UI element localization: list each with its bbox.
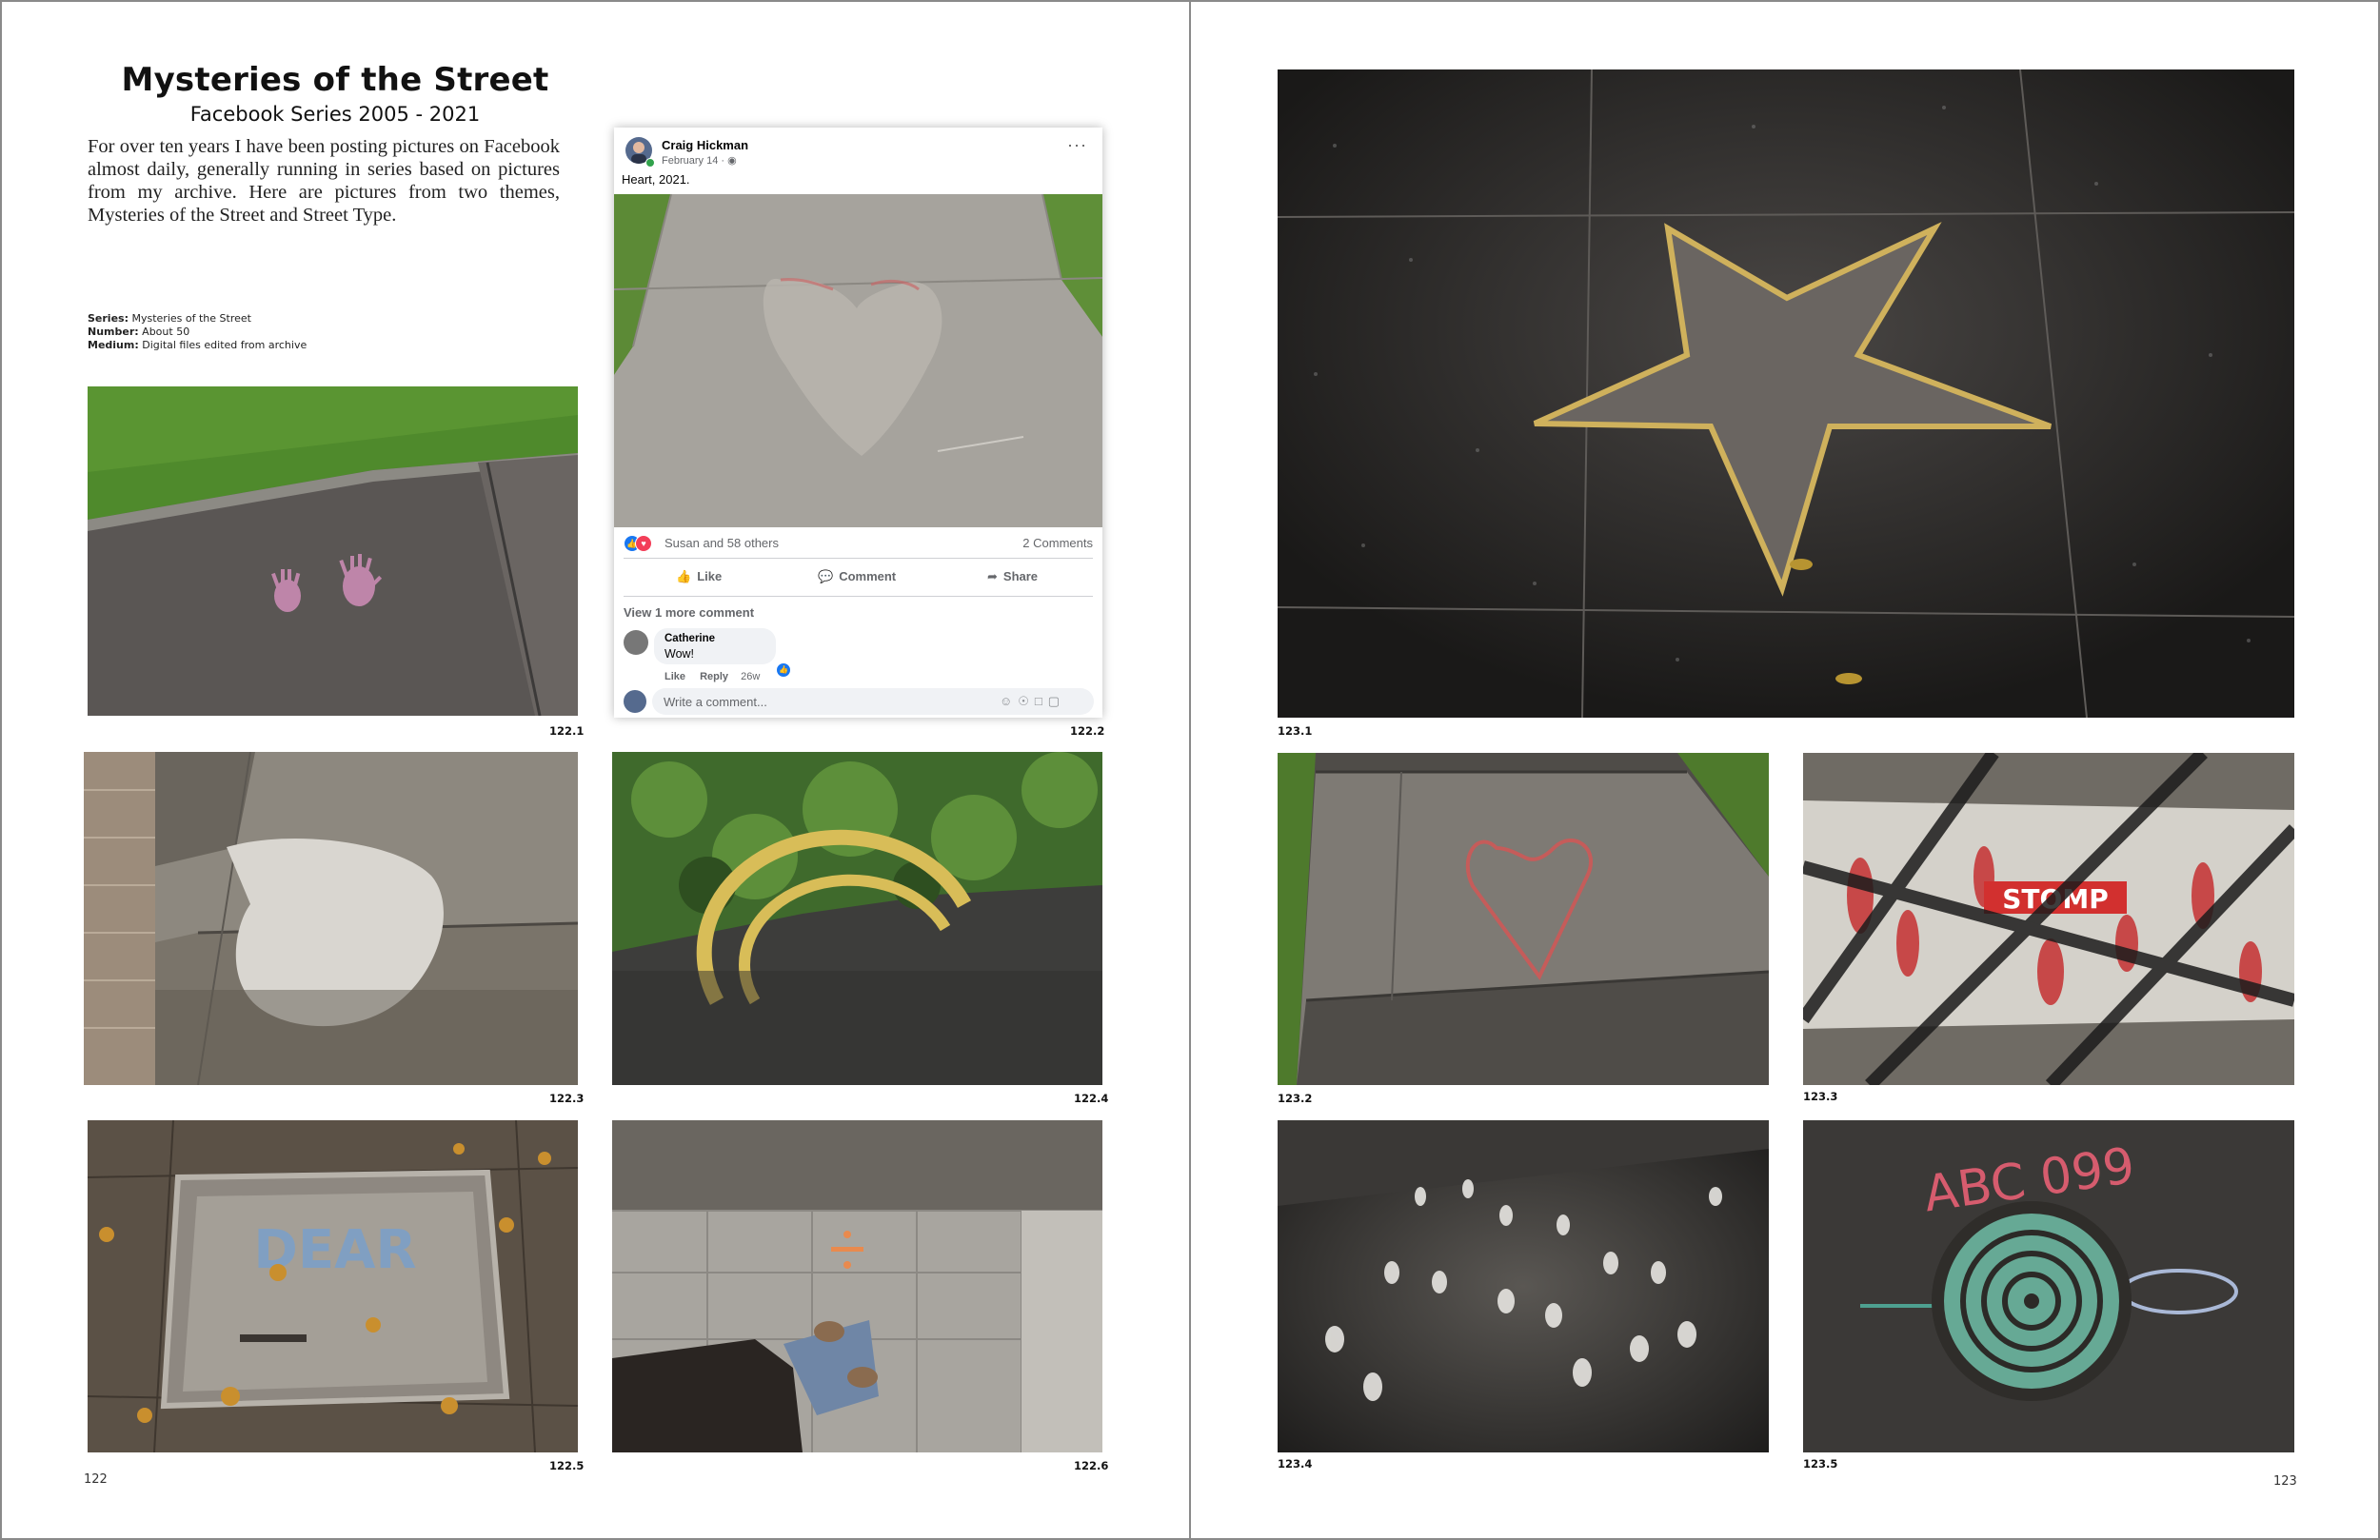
meta-series: Series: Mysteries of the Street <box>88 312 251 325</box>
photo-123-1-star <box>1278 69 2294 718</box>
comment-tool-icons[interactable]: ☺☉□▢ <box>1000 694 1065 709</box>
caption-122-4: 122.4 <box>1074 1092 1109 1105</box>
share-icon: ➦ <box>987 569 998 583</box>
thumbs-up-icon: 👍 <box>676 569 692 583</box>
photo-122-3-puddle <box>84 752 578 1085</box>
caption-122-3: 122.3 <box>549 1092 585 1105</box>
viewer-avatar <box>624 690 646 713</box>
view-more-comments-link[interactable]: View 1 more comment <box>624 605 754 620</box>
post-author[interactable]: Craig Hickman <box>662 138 748 152</box>
meta-medium: Medium: Digital files edited from archiv… <box>88 339 307 351</box>
divider <box>624 558 1093 559</box>
series-metadata: Series: Mysteries of the Street Number: … <box>88 312 307 352</box>
post-date[interactable]: February 14 · ◉ <box>662 154 737 167</box>
post-text: Heart, 2021. <box>622 172 690 187</box>
caption-123-3: 123.3 <box>1803 1090 1838 1103</box>
post-image-chalk-heart[interactable] <box>614 194 1102 527</box>
page-spine <box>1189 0 1191 1540</box>
caption-123-5: 123.5 <box>1803 1457 1838 1471</box>
comment-reply-link[interactable]: Reply <box>700 671 728 682</box>
photo-122-5-dear-utility-cover: DEAR <box>88 1120 578 1452</box>
caption-123-2: 123.2 <box>1278 1092 1313 1105</box>
caption-123-4: 123.4 <box>1278 1457 1313 1471</box>
comment-icon: 💬 <box>818 569 834 583</box>
comment-button[interactable]: 💬 Comment <box>818 569 896 584</box>
page-title: Mysteries of the Street <box>121 61 549 99</box>
caption-122-5: 122.5 <box>549 1459 585 1472</box>
photo-123-5-manhole: ABC 099 <box>1803 1120 2294 1452</box>
caption-123-1: 123.1 <box>1278 724 1313 738</box>
caption-122-1: 122.1 <box>549 724 585 738</box>
photo-123-2-heart <box>1278 753 1769 1085</box>
intro-paragraph: For over ten years I have been posting p… <box>88 136 560 226</box>
globe-icon: ◉ <box>727 155 737 167</box>
photo-122-4-yellow-arcs <box>612 752 1102 1085</box>
divider <box>624 596 1093 597</box>
comment-author[interactable]: Catherine <box>664 633 715 644</box>
comment-actions: Like Reply 26w <box>664 671 760 682</box>
photo-122-1-handprints <box>88 386 578 716</box>
caption-122-2: 122.2 <box>1070 724 1105 738</box>
page-number-right: 123 <box>2273 1474 2297 1489</box>
comments-count[interactable]: 2 Comments <box>1022 536 1093 550</box>
comment-age: 26w <box>741 671 761 682</box>
love-reaction-icon: ♥ <box>635 535 652 552</box>
facebook-post-card: Craig Hickman February 14 · ◉ ··· Heart,… <box>614 128 1102 718</box>
caption-122-6: 122.6 <box>1074 1459 1109 1472</box>
page-number-left: 122 <box>84 1472 108 1487</box>
comment-text: Wow! <box>664 647 695 661</box>
like-button[interactable]: 👍 Like <box>676 569 722 584</box>
photo-123-4-footprints <box>1278 1120 1769 1452</box>
more-options-icon[interactable]: ··· <box>1067 135 1087 155</box>
reactions-text[interactable]: Susan and 58 others <box>664 536 779 550</box>
commenter-avatar[interactable] <box>624 630 648 655</box>
online-indicator <box>645 158 655 168</box>
write-comment-placeholder: Write a comment... <box>664 695 767 709</box>
photo-122-6-orange-mark <box>612 1120 1102 1452</box>
page-subtitle: Facebook Series 2005 - 2021 <box>189 103 481 126</box>
photo-123-3-stomp: STOMP <box>1803 753 2294 1085</box>
share-button[interactable]: ➦ Share <box>987 569 1038 584</box>
comment-like-link[interactable]: Like <box>664 671 685 682</box>
comment-like-icon: 👍 <box>776 662 791 678</box>
meta-number: Number: About 50 <box>88 326 190 338</box>
